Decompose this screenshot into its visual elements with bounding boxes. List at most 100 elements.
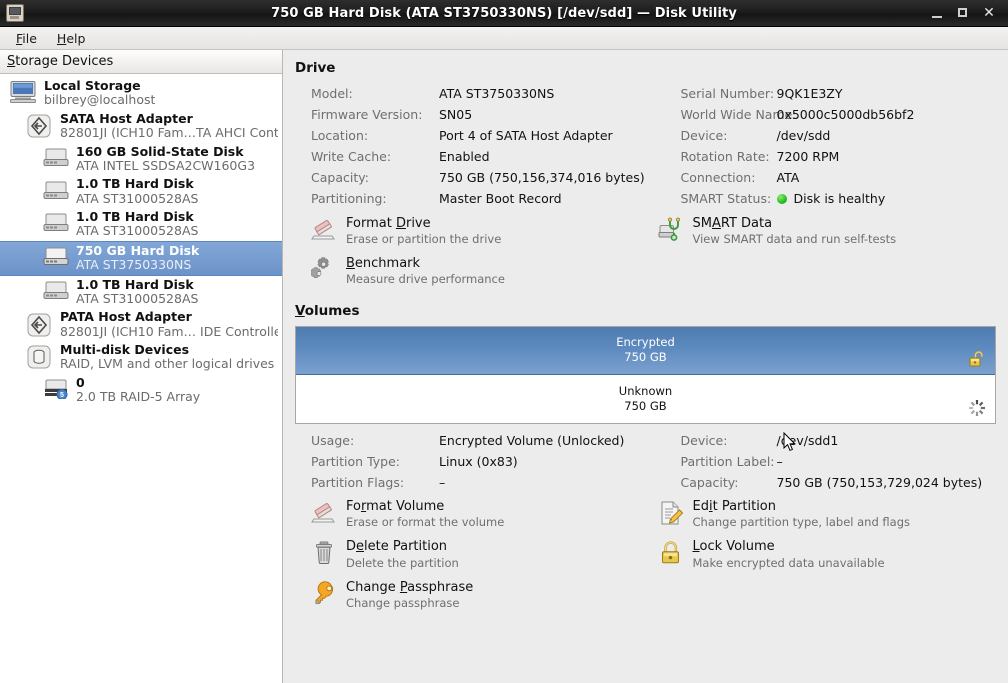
sidebar-item-subtitle: ATA ST31000528AS (76, 190, 199, 206)
close-button[interactable]: ✕ (982, 6, 996, 20)
property-value: Enabled (439, 149, 490, 164)
titlebar[interactable]: 750 GB Hard Disk (ATA ST3750330NS) [/dev… (0, 0, 1008, 27)
sidebar-item-subtitle: ATA INTEL SSDSA2CW160G3 (76, 157, 256, 173)
window-title: 750 GB Hard Disk (ATA ST3750330NS) [/dev… (271, 5, 737, 21)
smart-stethoscope-icon (658, 216, 684, 243)
computer-icon (8, 80, 38, 106)
volume-bar-encrypted[interactable]: Encrypted 750 GB (296, 326, 995, 375)
storage-devices-sidebar: Storage Devices Local Storage bilbrey@lo… (0, 50, 283, 683)
sidebar-item-1tb-hard-disk-c[interactable]: 1.0 TB Hard Disk ATA ST31000528AS (0, 276, 282, 309)
property-value: SN05 (439, 107, 473, 122)
property-key: Model: (311, 86, 353, 101)
sidebar-item-subtitle: ATA ST31000528AS (76, 223, 199, 239)
property-key: Serial Number: (680, 86, 775, 101)
property-key: Partition Flags: (311, 474, 405, 490)
action-description: Change partition type, label and flags (692, 515, 911, 529)
smart-status-value: Disk is healthy (776, 188, 997, 210)
property-value: – (439, 474, 446, 490)
sidebar-item-title: Multi-disk Devices (60, 343, 190, 357)
property-key: Rotation Rate: (680, 149, 770, 164)
smart-status-text: Disk is healthy (793, 191, 886, 206)
locked-padlock-icon (658, 540, 684, 566)
volumes-widget[interactable]: Encrypted 750 GB Unknown 750 GB (295, 325, 996, 424)
sidebar-item-750gb-hard-disk[interactable]: 750 GB Hard Disk ATA ST3750330NS (0, 240, 282, 276)
property-value: 7200 RPM (776, 149, 840, 164)
sidebar-item-raid5-array[interactable]: 5 0 2.0 TB RAID-5 Array (0, 374, 282, 407)
property-key: Firmware Version: (311, 107, 423, 122)
property-key: Capacity: (311, 170, 369, 185)
property-value: 0x5000c5000db56bf2 (776, 107, 915, 122)
action-label: Lock Volume (692, 539, 775, 555)
format-drive-button[interactable]: Format Drive Erase or partition the driv… (311, 216, 650, 247)
property-value: /dev/sdd1 (776, 432, 839, 448)
sidebar-item-title: PATA Host Adapter (60, 310, 192, 325)
trash-icon (311, 540, 337, 566)
volume-size: 750 GB (624, 350, 667, 365)
action-label: Delete Partition (346, 539, 448, 555)
menubar: File Help (0, 27, 1008, 50)
action-description: View SMART data and run self-tests (692, 231, 897, 246)
sidebar-item-local-storage[interactable]: Local Storage bilbrey@localhost (0, 77, 282, 110)
property-key: Write Cache: (311, 149, 392, 164)
volume-name: Encrypted (616, 335, 675, 350)
volume-bar-unknown[interactable]: Unknown 750 GB (296, 374, 995, 423)
status-badge (776, 193, 787, 204)
sidebar-item-sata-host-adapter[interactable]: SATA Host Adapter 82801JI (ICH10 Fam…TA … (0, 110, 282, 143)
menu-help[interactable]: Help (49, 29, 94, 48)
maximize-button[interactable] (956, 6, 970, 20)
property-key: Location: (311, 128, 369, 143)
sidebar-item-subtitle: RAID, LVM and other logical drives (60, 356, 275, 372)
lock-volume-button[interactable]: Lock Volume Make encrypted data unavaila… (658, 539, 997, 570)
benchmark-gears-icon (310, 257, 337, 283)
property-key: Device: (680, 432, 728, 448)
disk-utility-window: 750 GB Hard Disk (ATA ST3750330NS) [/dev… (0, 0, 1008, 683)
sidebar-item-1tb-hard-disk-b[interactable]: 1.0 TB Hard Disk ATA ST31000528AS (0, 208, 282, 241)
action-description: Delete the partition (346, 555, 459, 570)
change-passphrase-button[interactable]: Change Passphrase Change passphrase (311, 580, 650, 611)
edit-partition-button[interactable]: Edit Partition Change partition type, la… (658, 499, 997, 530)
volume-actions: Format Volume Erase or format the volume (311, 499, 996, 611)
delete-partition-button[interactable]: Delete Partition Delete the partition (311, 539, 650, 570)
sidebar-item-multi-disk-devices[interactable]: Multi-disk Devices RAID, LVM and other l… (0, 341, 282, 374)
hard-disk-icon (40, 211, 70, 237)
host-adapter-icon (24, 312, 54, 338)
sidebar-item-pata-host-adapter[interactable]: PATA Host Adapter 82801JI (ICH10 Fam… ID… (0, 308, 282, 341)
smart-data-button[interactable]: SMART Data View SMART data and run self-… (658, 216, 997, 247)
property-value: Encrypted Volume (Unlocked) (439, 432, 625, 448)
sidebar-item-subtitle: 82801JI (ICH10 Fam…TA AHCI Controller (60, 125, 278, 141)
volume-size: 750 GB (624, 398, 667, 413)
action-label: Format Volume (346, 498, 445, 514)
sidebar-item-subtitle: ATA ST3750330NS (76, 257, 192, 273)
sidebar-item-title: 750 GB Hard Disk (76, 243, 200, 258)
drive-section-title: Drive (295, 60, 336, 76)
action-description: Change passphrase (346, 596, 460, 611)
property-key: SMART Status: (680, 191, 772, 206)
sidebar-item-subtitle: 2.0 TB RAID-5 Array (76, 389, 201, 405)
property-key: Partition Type: (311, 453, 400, 469)
main-content: Drive Model: ATA ST3750330NS Serial Numb… (283, 50, 1008, 683)
format-volume-button[interactable]: Format Volume Erase or format the volume (311, 499, 650, 530)
spinner-icon (967, 398, 987, 418)
volumes-section-title: Volumes (295, 302, 360, 319)
property-value: Linux (0x83) (439, 453, 518, 469)
benchmark-button[interactable]: Benchmark Measure drive performance (310, 256, 650, 287)
sidebar-item-title: 1.0 TB Hard Disk (76, 177, 194, 192)
hard-disk-icon (40, 245, 70, 271)
sidebar-item-1tb-hard-disk-a[interactable]: 1.0 TB Hard Disk ATA ST31000528AS (0, 175, 282, 208)
action-label: Change Passphrase (346, 580, 474, 595)
sidebar-item-title: 160 GB Solid-State Disk (76, 144, 244, 159)
window-controls: ✕ (930, 6, 1008, 20)
action-label: Edit Partition (692, 498, 777, 514)
sidebar-item-title: 1.0 TB Hard Disk (76, 210, 194, 224)
sidebar-item-subtitle: ATA ST31000528AS (76, 290, 199, 306)
unlocked-padlock-icon (967, 349, 987, 369)
hard-disk-icon (40, 279, 70, 305)
sidebar-header: Storage Devices (0, 50, 282, 74)
device-list[interactable]: Local Storage bilbrey@localhost SATA Hos… (0, 74, 282, 683)
minimize-button[interactable] (930, 6, 944, 20)
sidebar-item-subtitle: bilbrey@localhost (44, 92, 156, 108)
menu-file[interactable]: File (8, 29, 45, 48)
property-value: Port 4 of SATA Host Adapter (439, 128, 613, 143)
sidebar-item-title: SATA Host Adapter (60, 111, 193, 126)
sidebar-item-160gb-ssd[interactable]: 160 GB Solid-State Disk ATA INTEL SSDSA2… (0, 143, 282, 176)
